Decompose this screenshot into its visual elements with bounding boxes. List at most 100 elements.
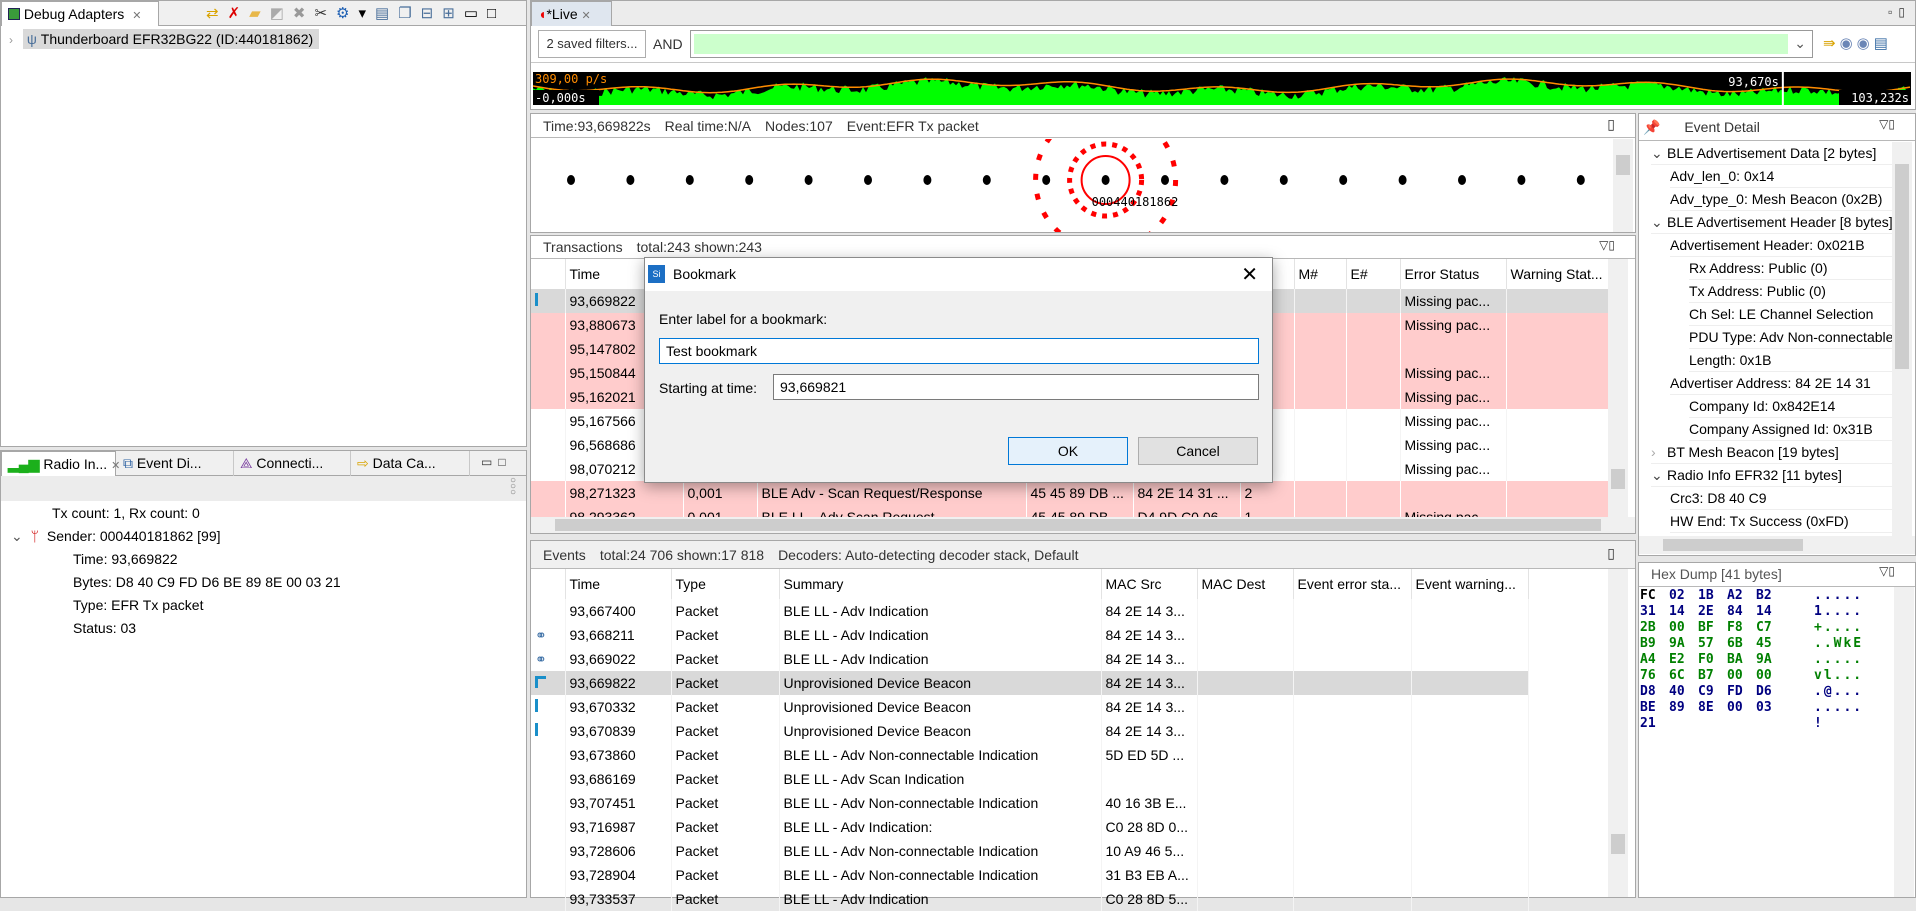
tree-item[interactable]: Adv_type_0: Mesh Beacon (0x2B) <box>1670 188 1892 211</box>
table-row[interactable]: 98,271323 0,001 BLE Adv - Scan Request/Res… <box>531 481 1609 505</box>
hex-byte[interactable]: B9 <box>1640 636 1656 651</box>
hex-byte[interactable]: 00 <box>1756 668 1772 683</box>
hex-byte[interactable]: 76 <box>1640 668 1656 683</box>
tools-icon[interactable]: ✂ <box>314 5 336 22</box>
network-scrollbar[interactable] <box>1613 139 1633 232</box>
event-detail-scrollbar[interactable] <box>1892 142 1912 536</box>
collapse-icon[interactable]: ⊟ <box>421 5 443 22</box>
node[interactable] <box>1576 175 1585 185</box>
node[interactable] <box>1339 175 1348 185</box>
minimize-icon[interactable]: ▭ <box>464 5 487 22</box>
node[interactable] <box>745 175 754 185</box>
view-menu-icon[interactable]: ▽▯ <box>1879 117 1895 131</box>
column-header[interactable]: Event error sta... <box>1293 569 1412 599</box>
cancel-button[interactable]: Cancel <box>1138 437 1258 465</box>
tree-item[interactable]: Adv_len_0: 0x14 <box>1670 165 1892 188</box>
hex-byte[interactable]: 14 <box>1669 604 1685 619</box>
hex-byte[interactable]: 2E <box>1698 604 1714 619</box>
column-header[interactable]: Summary <box>779 569 1102 599</box>
hex-byte[interactable]: 1B <box>1698 588 1714 603</box>
events-scrollbar[interactable] <box>1608 569 1628 897</box>
filter-input[interactable]: ⌄ <box>690 30 1813 58</box>
delete-icon[interactable]: ✖ <box>293 5 315 22</box>
starting-time-input[interactable]: 93,669821 <box>773 374 1259 400</box>
view-menu-icon[interactable]: ▽▯ <box>1599 238 1615 252</box>
hex-byte[interactable]: BA <box>1727 652 1743 667</box>
node[interactable] <box>804 175 813 185</box>
table-row[interactable]: 93,686169 Packet BLE LL - Adv Scan Indicat… <box>531 767 1529 791</box>
previous-icon[interactable]: ◉ <box>1857 35 1874 52</box>
tree-item[interactable]: Tx Address: Public (0) <box>1689 280 1892 303</box>
folder-icon[interactable]: ▰ <box>249 5 270 22</box>
tab-event-diagram[interactable]: ⧉ Event Di... <box>117 451 234 476</box>
ok-button[interactable]: OK <box>1008 437 1128 465</box>
hex-byte[interactable]: F0 <box>1698 652 1714 667</box>
pin-icon[interactable]: 📌 <box>1643 119 1660 135</box>
hex-byte[interactable]: D6 <box>1756 684 1772 699</box>
window-controls[interactable]: ▭□ <box>481 455 512 469</box>
hex-byte[interactable]: 02 <box>1669 588 1685 603</box>
edit-icon[interactable]: ◩ <box>270 5 293 22</box>
hex-byte[interactable]: 00 <box>1727 668 1743 683</box>
node-map[interactable]: 000440181862 <box>531 139 1611 232</box>
table-row[interactable]: ⚭ 93,668211 Packet BLE LL - Adv Indication 8… <box>531 623 1529 647</box>
hex-byte[interactable]: 45 <box>1756 636 1772 651</box>
hex-byte[interactable]: 57 <box>1698 636 1714 651</box>
table-row[interactable]: 93,667400 Packet BLE LL - Adv Indication 84… <box>531 599 1529 623</box>
hex-byte[interactable]: 8E <box>1698 700 1714 715</box>
column-header[interactable]: Event warning... <box>1411 569 1529 599</box>
close-icon[interactable]: ✕ <box>582 10 591 22</box>
scroll-thumb[interactable] <box>1663 539 1803 551</box>
hex-byte[interactable]: 00 <box>1727 700 1743 715</box>
chevron-down-icon[interactable]: ⌄ <box>1651 142 1667 165</box>
node[interactable] <box>1458 175 1466 185</box>
hex-byte[interactable]: 40 <box>1669 684 1685 699</box>
hex-byte[interactable]: C9 <box>1698 684 1714 699</box>
table-icon[interactable]: ▤ <box>375 5 398 22</box>
table-row[interactable]: 93,670839 Packet Unprovisioned Device Beac… <box>531 719 1529 743</box>
device-tree-item[interactable]: › ψ Thunderboard EFR32BG22 (ID:440181862… <box>9 29 320 53</box>
hex-byte[interactable]: C7 <box>1756 620 1772 635</box>
hex-byte[interactable]: 9A <box>1756 652 1772 667</box>
hex-scrollbar[interactable] <box>1894 587 1914 897</box>
maximize-icon[interactable]: ▯ <box>1607 116 1615 133</box>
table-row[interactable]: 93,673860 Packet BLE LL - Adv Non-connecta… <box>531 743 1529 767</box>
tree-item[interactable]: Rx Address: Public (0) <box>1689 257 1892 280</box>
saved-filters-button[interactable]: 2 saved filters... <box>538 30 646 58</box>
hex-byte[interactable]: A2 <box>1727 588 1743 603</box>
hex-byte[interactable]: 14 <box>1756 604 1772 619</box>
table-row[interactable]: 93,707451 Packet BLE LL - Adv Non-connecta… <box>531 791 1529 815</box>
chevron-down-icon[interactable]: ⌄ <box>1651 464 1667 487</box>
column-header[interactable]: MAC Src <box>1101 569 1198 599</box>
node[interactable] <box>1220 175 1229 185</box>
hex-byte[interactable]: 2B <box>1640 620 1656 635</box>
hex-byte[interactable]: BE <box>1640 700 1656 715</box>
tree-item[interactable]: HW End: Tx Success (0xFD) <box>1670 510 1892 533</box>
close-icon[interactable]: ✕ <box>1241 262 1258 287</box>
sender-item[interactable]: ⌄ ᛘ Sender: 000440181862 [99] <box>11 525 221 548</box>
column-header[interactable]: MAC Dest <box>1197 569 1294 599</box>
table-row[interactable]: 93,669822 Packet Unprovisioned Device Beac… <box>531 671 1529 695</box>
hex-byte[interactable]: F8 <box>1727 620 1743 635</box>
chevron-down-icon[interactable]: ⌄ <box>1794 35 1806 52</box>
column-header[interactable]: Warning Stat... <box>1506 259 1609 289</box>
tree-item[interactable]: ⌄ Radio Info EFR32 [11 bytes] <box>1651 464 1892 487</box>
node[interactable] <box>1042 175 1051 185</box>
hex-byte[interactable]: BF <box>1698 620 1714 635</box>
node[interactable] <box>1279 175 1288 185</box>
hex-byte[interactable]: D8 <box>1640 684 1656 699</box>
tree-item[interactable]: Advertiser Address: 84 2E 14 31 <box>1670 372 1892 395</box>
node[interactable] <box>1101 175 1110 185</box>
tree-item[interactable]: Length: 0x1B <box>1689 349 1892 372</box>
column-header[interactable]: E# <box>1346 259 1401 289</box>
node[interactable] <box>923 175 932 185</box>
hex-byte[interactable]: 21 <box>1640 716 1656 731</box>
hex-byte[interactable]: 31 <box>1640 604 1656 619</box>
hex-byte[interactable]: A4 <box>1640 652 1656 667</box>
view-menu-icon[interactable]: ▽▯ <box>1879 564 1895 578</box>
tree-item[interactable]: Company Assigned Id: 0x31B <box>1689 418 1892 441</box>
tab-data-capture[interactable]: ⇨ Data Ca... <box>351 451 470 476</box>
tree-item[interactable]: Ch Sel: LE Channel Selection <box>1689 303 1892 326</box>
scroll-thumb[interactable] <box>555 519 1601 531</box>
tab-radio-info[interactable]: ▂▄▆ Radio In... ✕ <box>1 451 120 476</box>
